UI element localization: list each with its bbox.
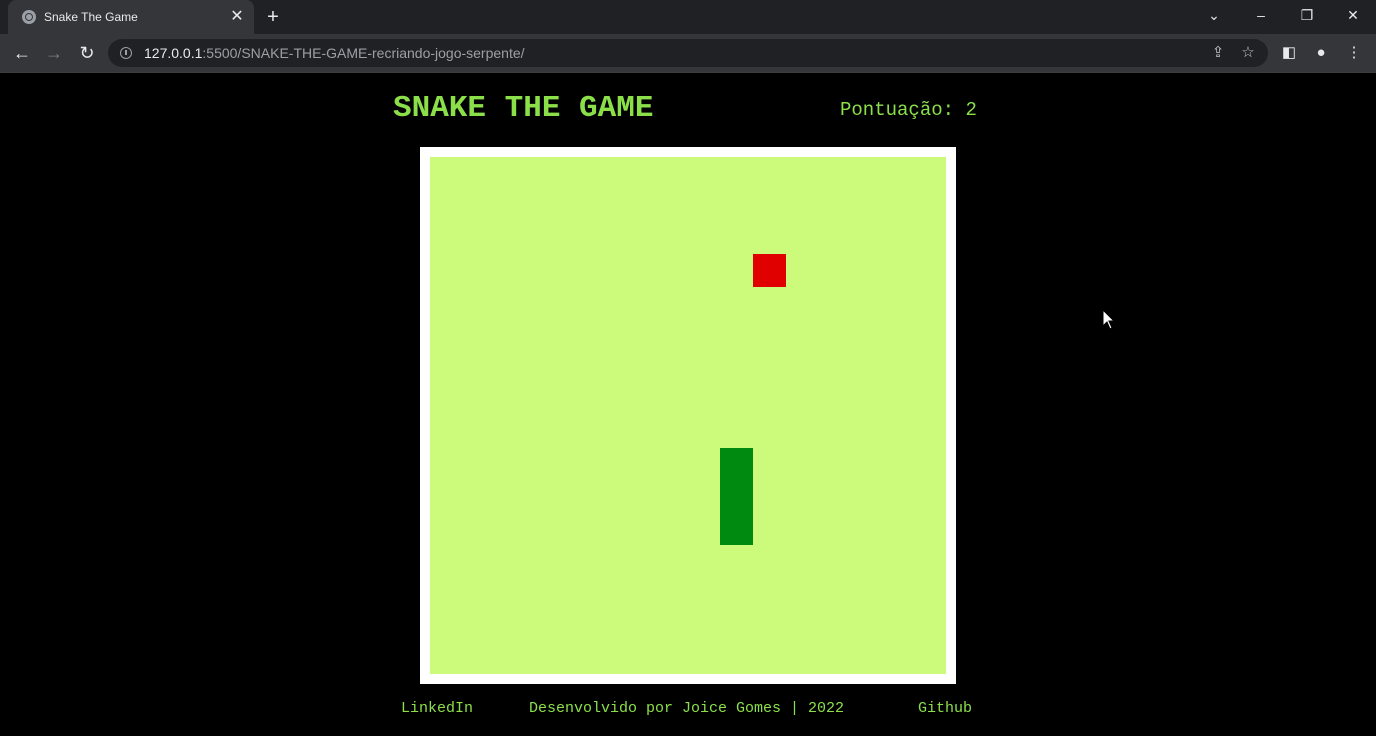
- snake-segment: [720, 480, 754, 514]
- profile-icon[interactable]: ●: [1311, 43, 1331, 63]
- address-bar[interactable]: 127.0.0.1:5500/SNAKE-THE-GAME-recriando-…: [108, 39, 1268, 67]
- forward-arrow-icon[interactable]: →: [42, 41, 66, 65]
- share-icon[interactable]: ⇪: [1208, 43, 1228, 63]
- close-window-icon[interactable]: ✕: [1341, 4, 1365, 26]
- page-content: SNAKE THE GAME Pontuação: 2 LinkedIn Des…: [0, 73, 1376, 736]
- linkedin-link[interactable]: LinkedIn: [401, 700, 473, 717]
- back-arrow-icon[interactable]: ←: [10, 41, 34, 65]
- food-apple: [752, 253, 786, 287]
- footer-credit: Desenvolvido por Joice Gomes | 2022: [529, 700, 845, 717]
- minimize-icon[interactable]: –: [1249, 4, 1273, 26]
- tab-search-icon[interactable]: ⌄: [1202, 4, 1226, 26]
- side-panel-icon[interactable]: ◧: [1279, 43, 1299, 63]
- snake-segment: [720, 512, 754, 546]
- score-display: Pontuação: 2: [840, 99, 977, 121]
- star-icon[interactable]: ☆: [1238, 43, 1258, 63]
- score-value: 2: [965, 99, 977, 121]
- score-label: Pontuação:: [840, 99, 955, 121]
- tab-bar: Snake The Game ✕ + ⌄ – ❐ ✕: [0, 0, 1376, 34]
- close-tab-icon[interactable]: ✕: [228, 8, 246, 26]
- globe-icon: [22, 10, 36, 24]
- browser-toolbar: ← → ↻ 127.0.0.1:5500/SNAKE-THE-GAME-recr…: [0, 34, 1376, 73]
- reload-icon[interactable]: ↻: [75, 41, 99, 65]
- mouse-cursor-icon: [1102, 309, 1116, 330]
- tab-title: Snake The Game: [44, 10, 138, 24]
- url-path: :5500/SNAKE-THE-GAME-recriando-jogo-serp…: [202, 45, 525, 61]
- url-text[interactable]: 127.0.0.1:5500/SNAKE-THE-GAME-recriando-…: [144, 45, 525, 61]
- kebab-menu-icon[interactable]: ⋮: [1344, 43, 1364, 63]
- game-board[interactable]: [430, 157, 946, 674]
- restore-icon[interactable]: ❐: [1295, 4, 1319, 26]
- browser-tab[interactable]: Snake The Game ✕: [8, 0, 254, 34]
- github-link[interactable]: Github: [918, 700, 972, 717]
- game-title: SNAKE THE GAME: [393, 91, 654, 126]
- game-board-frame: [420, 147, 956, 684]
- url-host: 127.0.0.1: [144, 45, 203, 61]
- info-icon[interactable]: [120, 47, 132, 59]
- new-tab-button[interactable]: +: [262, 6, 284, 28]
- snake-head: [720, 447, 754, 481]
